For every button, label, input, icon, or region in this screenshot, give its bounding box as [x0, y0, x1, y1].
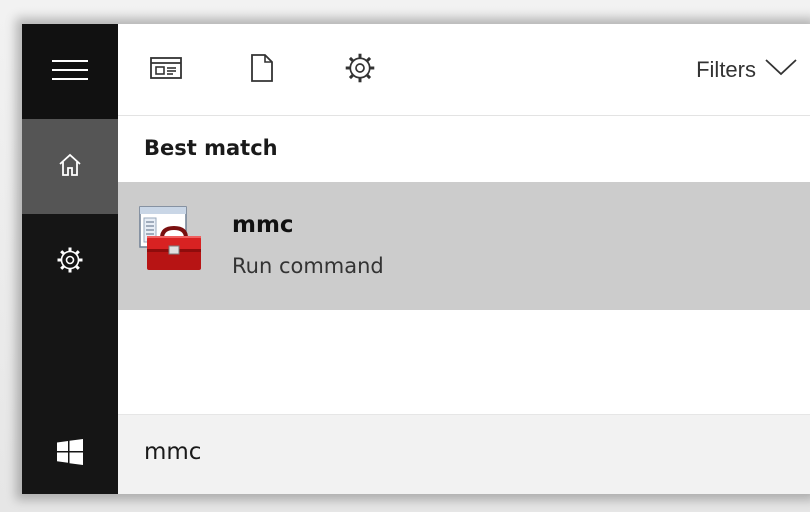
settings-icon: [344, 52, 376, 88]
apps-filter-button[interactable]: [146, 50, 186, 90]
settings-filter-button[interactable]: [340, 50, 380, 90]
settings-rail-button[interactable]: [22, 214, 118, 309]
search-box[interactable]: mmc: [118, 414, 810, 494]
best-match-result[interactable]: mmc Run command: [118, 182, 810, 310]
apps-icon: [149, 55, 183, 85]
best-match-heading: Best match: [144, 136, 278, 160]
windows-logo-icon: [57, 439, 83, 469]
search-main-panel: Filters Best match mmc Run command mmc: [118, 24, 810, 494]
home-button[interactable]: [22, 119, 118, 214]
documents-icon: [250, 53, 274, 87]
start-button[interactable]: [22, 414, 118, 494]
mmc-toolbox-icon: [138, 206, 204, 272]
hamburger-button[interactable]: [22, 24, 118, 119]
search-toolbar: Filters: [118, 24, 810, 116]
gear-icon: [56, 246, 84, 278]
left-rail: [22, 24, 118, 494]
result-subtitle: Run command: [232, 254, 384, 278]
filters-dropdown[interactable]: Filters: [696, 54, 798, 86]
result-title: mmc: [232, 212, 294, 238]
search-input[interactable]: mmc: [144, 439, 201, 465]
home-icon: [57, 152, 83, 182]
documents-filter-button[interactable]: [242, 50, 282, 90]
filters-label: Filters: [696, 57, 756, 82]
chevron-down-icon: [764, 57, 798, 83]
hamburger-icon: [52, 58, 88, 86]
search-window: Filters Best match mmc Run command mmc: [22, 24, 810, 494]
